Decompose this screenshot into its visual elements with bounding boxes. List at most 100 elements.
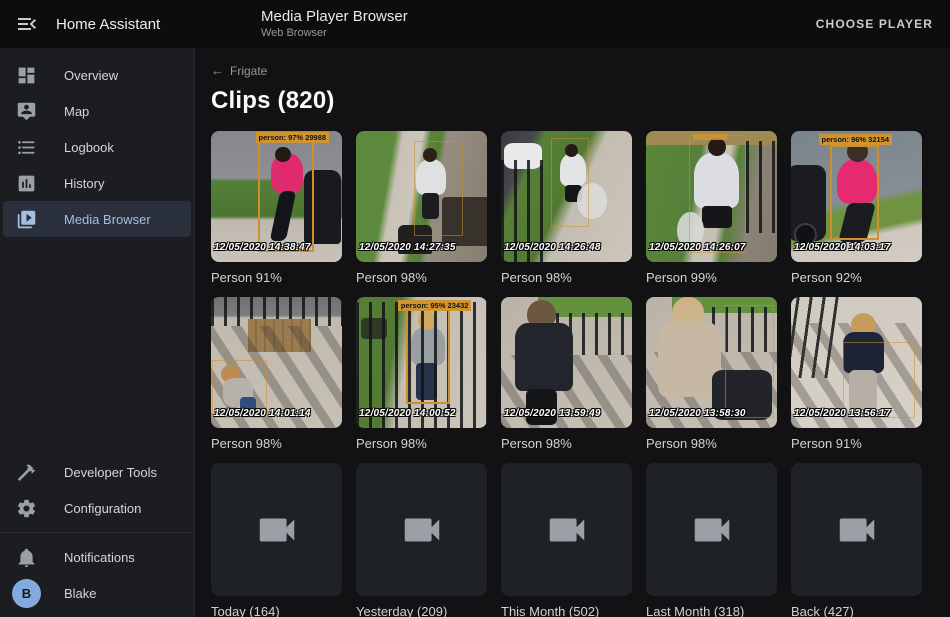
video-camera-icon <box>689 507 735 553</box>
folder-tile[interactable] <box>211 463 342 596</box>
page-subtitle: Web Browser <box>261 27 408 40</box>
detection-strip <box>693 134 727 140</box>
play-box-multiple-icon <box>16 209 37 230</box>
folder-tile[interactable] <box>646 463 777 596</box>
folder-tile[interactable] <box>501 463 632 596</box>
menu-open-icon[interactable] <box>15 12 39 36</box>
page-title-block: Media Player Browser Web Browser <box>261 8 408 40</box>
detection-bbox <box>258 136 314 251</box>
page-title: Media Player Browser <box>261 8 408 25</box>
sidebar-header: Home Assistant <box>0 12 195 36</box>
detection-bbox <box>725 305 775 418</box>
sidebar-item-map[interactable]: Map <box>3 93 191 129</box>
clip-card[interactable]: 12/05/2020 14:26:48 Person 98% <box>501 131 632 285</box>
clip-timestamp: 12/05/2020 13:58:30 <box>649 408 746 419</box>
clip-timestamp: 12/05/2020 14:26:07 <box>649 242 746 253</box>
sidebar-item-overview[interactable]: Overview <box>3 57 191 93</box>
clip-label: Person 98% <box>211 436 342 451</box>
clip-timestamp: 12/05/2020 14:00:52 <box>359 408 456 419</box>
view-dashboard-icon <box>16 65 37 86</box>
clip-thumbnail[interactable]: person: 97% 29988 12/05/2020 14:38:47 <box>211 131 342 262</box>
clip-timestamp: 12/05/2020 14:27:35 <box>359 242 456 253</box>
gear-icon <box>16 498 37 519</box>
sidebar-item-label: Overview <box>64 68 118 83</box>
list-bulleted-icon <box>16 137 37 158</box>
sidebar-divider <box>0 532 194 533</box>
detection-label: person: 97% 29988 <box>256 132 330 143</box>
sidebar-item-label: Media Browser <box>64 212 151 227</box>
clip-thumbnail[interactable]: 12/05/2020 14:01:14 <box>211 297 342 428</box>
page-heading: Clips (820) <box>211 87 950 115</box>
sidebar: Overview Map Logbook History Media Brows… <box>0 48 195 617</box>
folder-label: Back (427) <box>791 604 922 617</box>
folder-tile[interactable] <box>356 463 487 596</box>
sidebar-item-developer-tools[interactable]: Developer Tools <box>3 454 191 490</box>
detection-bbox <box>414 141 464 235</box>
media-browser-content: ← Frigate Clips (820) person: 97% 29988 … <box>196 48 950 617</box>
clip-thumbnail[interactable]: 12/05/2020 13:59:49 <box>501 297 632 428</box>
sidebar-item-history[interactable]: History <box>3 165 191 201</box>
clip-label: Person 98% <box>356 436 487 451</box>
sidebar-item-label: Developer Tools <box>64 465 157 480</box>
sidebar-item-notifications[interactable]: Notifications <box>3 539 191 575</box>
breadcrumb-label: Frigate <box>230 64 267 78</box>
clip-label: Person 92% <box>791 270 922 285</box>
clip-card[interactable]: 12/05/2020 13:58:30 Person 98% <box>646 297 777 451</box>
clip-thumbnail[interactable]: 12/05/2020 14:26:07 <box>646 131 777 262</box>
clip-timestamp: 12/05/2020 14:03:17 <box>794 242 891 253</box>
video-camera-icon <box>254 507 300 553</box>
sidebar-item-media-browser[interactable]: Media Browser <box>3 201 191 237</box>
choose-player-button[interactable]: CHOOSE PLAYER <box>812 11 937 37</box>
hammer-icon <box>16 462 37 483</box>
folder-card-back[interactable]: Back (427) <box>791 463 922 617</box>
clip-card[interactable]: 12/05/2020 14:01:14 Person 98% <box>211 297 342 451</box>
sidebar-item-label: Configuration <box>64 501 141 516</box>
clip-card[interactable]: person: 95% 23432 12/05/2020 14:00:52 Pe… <box>356 297 487 451</box>
clip-label: Person 98% <box>501 436 632 451</box>
clip-card[interactable]: person: 97% 29988 12/05/2020 14:38:47 Pe… <box>211 131 342 285</box>
breadcrumb-back[interactable]: ← Frigate <box>211 63 267 78</box>
person-shape <box>515 323 573 391</box>
folder-label: Last Month (318) <box>646 604 777 617</box>
sidebar-item-logbook[interactable]: Logbook <box>3 129 191 165</box>
clip-card[interactable]: person: 96% 32154 12/05/2020 14:03:17 Pe… <box>791 131 922 285</box>
clip-card[interactable]: 12/05/2020 14:26:07 Person 99% <box>646 131 777 285</box>
clip-card[interactable]: 12/05/2020 13:59:49 Person 98% <box>501 297 632 451</box>
user-name: Blake <box>64 586 97 601</box>
clip-label: Person 99% <box>646 270 777 285</box>
clip-card[interactable]: 12/05/2020 14:27:35 Person 98% <box>356 131 487 285</box>
sidebar-item-profile[interactable]: B Blake <box>3 575 191 611</box>
railing-shape <box>746 141 777 233</box>
detection-bbox <box>843 342 915 418</box>
bell-icon <box>16 547 37 568</box>
app-title: Home Assistant <box>56 16 160 33</box>
sidebar-item-configuration[interactable]: Configuration <box>3 490 191 526</box>
folder-card-this-month[interactable]: This Month (502) <box>501 463 632 617</box>
detection-label: person: 95% 23432 <box>398 300 472 311</box>
folder-card-last-month[interactable]: Last Month (318) <box>646 463 777 617</box>
clip-thumbnail[interactable]: person: 95% 23432 12/05/2020 14:00:52 <box>356 297 487 428</box>
clips-grid: person: 97% 29988 12/05/2020 14:38:47 Pe… <box>211 131 950 617</box>
folder-card-yesterday[interactable]: Yesterday (209) <box>356 463 487 617</box>
clip-thumbnail[interactable]: 12/05/2020 13:58:30 <box>646 297 777 428</box>
detection-bbox <box>406 307 451 404</box>
clip-thumbnail[interactable]: person: 96% 32154 12/05/2020 14:03:17 <box>791 131 922 262</box>
clip-thumbnail[interactable]: 12/05/2020 14:26:48 <box>501 131 632 262</box>
video-camera-icon <box>544 507 590 553</box>
clip-label: Person 91% <box>211 270 342 285</box>
clip-thumbnail[interactable]: 12/05/2020 14:27:35 <box>356 131 487 262</box>
detection-bbox <box>689 135 745 253</box>
clip-label: Person 98% <box>356 270 487 285</box>
folder-tile[interactable] <box>791 463 922 596</box>
video-camera-icon <box>399 507 445 553</box>
folder-label: This Month (502) <box>501 604 632 617</box>
folder-card-today[interactable]: Today (164) <box>211 463 342 617</box>
sidebar-item-label: Logbook <box>64 140 114 155</box>
clip-card[interactable]: 12/05/2020 13:56:17 Person 91% <box>791 297 922 451</box>
avatar: B <box>12 579 41 608</box>
clip-label: Person 98% <box>646 436 777 451</box>
clip-thumbnail[interactable]: 12/05/2020 13:56:17 <box>791 297 922 428</box>
clip-timestamp: 12/05/2020 14:26:48 <box>504 242 601 253</box>
folder-label: Today (164) <box>211 604 342 617</box>
sidebar-item-label: History <box>64 176 104 191</box>
